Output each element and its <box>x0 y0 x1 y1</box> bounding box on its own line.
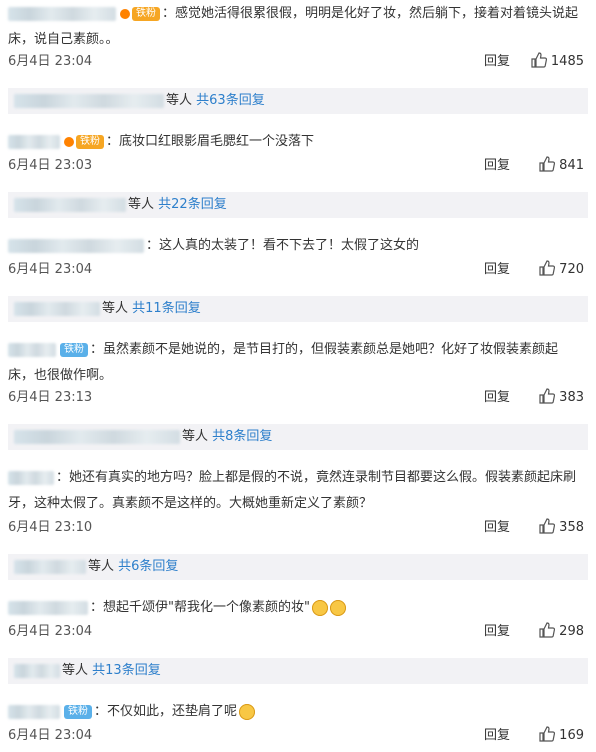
like-count: 383 <box>559 390 584 405</box>
username-blurred <box>14 93 164 108</box>
reply-button[interactable]: 回复 <box>484 726 510 746</box>
username-blurred <box>14 559 86 574</box>
like-button[interactable]: 358 <box>539 518 584 538</box>
comment-date: 6月4日 23:04 <box>8 262 93 277</box>
fan-badge: 铁粉 <box>76 134 104 149</box>
emoji-icon <box>311 599 328 616</box>
comment-text: ：想起千颂伊"帮我化一个像素颜的妆" <box>90 600 310 615</box>
thumbs-up-icon <box>539 726 556 742</box>
like-count: 298 <box>559 624 584 639</box>
thumbs-up-icon <box>539 260 556 276</box>
like-count: 169 <box>559 728 584 743</box>
view-replies-link[interactable]: 共11条回复 <box>132 301 201 316</box>
like-button[interactable]: 298 <box>539 622 584 642</box>
comment-date: 6月4日 23:04 <box>8 624 93 639</box>
emoji-icon <box>329 599 346 616</box>
comment-date: 6月4日 23:10 <box>8 520 93 535</box>
reply-button[interactable]: 回复 <box>484 518 510 538</box>
vip-icon <box>120 8 130 19</box>
comment-text: ：底妆口红眼影眉毛腮红一个没落下 <box>106 134 315 149</box>
comment-text: ：感觉她活得很累很假，明明是化好了妆，然后躺下，接着对着镜头说起 <box>162 6 579 21</box>
reply-button[interactable]: 回复 <box>484 52 510 72</box>
reply-button[interactable]: 回复 <box>484 156 510 176</box>
sub-replies-bar[interactable]: 等人 共6条回复 <box>8 554 588 580</box>
reply-button[interactable]: 回复 <box>484 260 510 280</box>
comment-date: 6月4日 23:13 <box>8 390 93 405</box>
username-blurred[interactable] <box>8 6 116 21</box>
view-replies-link[interactable]: 共8条回复 <box>212 429 272 444</box>
comment-text-line2: 牙，这种太假了。真素颜不是这样的。大概她重新定义了素颜？ <box>8 496 373 511</box>
username-blurred[interactable] <box>8 470 54 485</box>
like-button[interactable]: 169 <box>539 726 584 746</box>
like-button[interactable]: 1485 <box>531 52 584 72</box>
thumbs-up-icon <box>539 156 556 172</box>
like-count: 1485 <box>550 54 584 69</box>
view-replies-link[interactable]: 共22条回复 <box>158 197 227 212</box>
view-replies-link[interactable]: 共13条回复 <box>92 663 161 678</box>
comment-text-line2: 床，也很做作啊。 <box>8 368 113 383</box>
comment-date: 6月4日 23:04 <box>8 728 93 743</box>
like-count: 841 <box>559 158 584 173</box>
comment-text: ：她还有真实的地方吗？脸上都是假的不说，竟然连录制节目都要这么假。假装素颜起床刷 <box>56 470 577 485</box>
thumbs-up-icon <box>539 622 556 638</box>
reply-button[interactable]: 回复 <box>484 622 510 642</box>
comment-text-line2: 床，说自己素颜。。 <box>8 32 119 47</box>
emoji-icon <box>239 703 256 720</box>
username-blurred[interactable] <box>8 238 144 253</box>
like-button[interactable]: 841 <box>539 156 584 176</box>
comment-date: 6月4日 23:03 <box>8 158 93 173</box>
fan-badge: 铁粉 <box>60 342 88 357</box>
username-blurred <box>14 429 180 444</box>
username-blurred[interactable] <box>8 342 56 357</box>
comment-text: ：这人真的太装了！看不下去了！太假了这女的 <box>146 238 420 253</box>
thumbs-up-icon <box>539 388 556 404</box>
vip-icon <box>64 136 74 147</box>
sub-replies-bar[interactable]: 等人 共22条回复 <box>8 192 588 218</box>
view-replies-link[interactable]: 共6条回复 <box>118 559 178 574</box>
comment-date: 6月4日 23:04 <box>8 54 93 69</box>
sub-replies-bar[interactable]: 等人 共13条回复 <box>8 658 588 684</box>
like-button[interactable]: 383 <box>539 388 584 408</box>
sub-replies-bar[interactable]: 等人 共63条回复 <box>8 88 588 114</box>
sub-replies-bar[interactable]: 等人 共11条回复 <box>8 296 588 322</box>
fan-badge: 铁粉 <box>132 6 160 21</box>
like-count: 358 <box>559 520 584 535</box>
like-button[interactable]: 720 <box>539 260 584 280</box>
thumbs-up-icon <box>539 518 556 534</box>
thumbs-up-icon <box>531 52 547 68</box>
view-replies-link[interactable]: 共63条回复 <box>196 93 265 108</box>
fan-badge: 铁粉 <box>64 704 92 719</box>
reply-button[interactable]: 回复 <box>484 388 510 408</box>
username-blurred <box>14 663 60 678</box>
username-blurred[interactable] <box>8 600 88 615</box>
sub-replies-bar[interactable]: 等人 共8条回复 <box>8 424 588 450</box>
username-blurred <box>14 197 126 212</box>
username-blurred[interactable] <box>8 134 60 149</box>
like-count: 720 <box>559 262 584 277</box>
username-blurred <box>14 301 100 316</box>
comment-text: ：不仅如此，还垫肩了呢 <box>94 704 238 719</box>
comment-text: ：虽然素颜不是她说的，是节目打的，但假装素颜总是她吧？化好了妆假装素颜起 <box>90 342 559 357</box>
username-blurred[interactable] <box>8 704 60 719</box>
